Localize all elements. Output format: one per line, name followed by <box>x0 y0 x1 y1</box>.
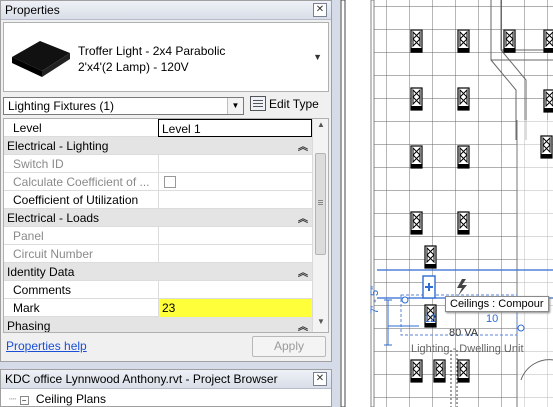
tree-connector: ┈ <box>9 392 17 406</box>
param-row-circuit-number[interactable]: Circuit Number <box>4 245 312 263</box>
hover-tooltip: Ceilings : Compour <box>445 296 549 312</box>
project-browser: KDC office Lynnwood Anthony.rvt - Projec… <box>0 369 332 407</box>
param-value-switch-id <box>158 155 312 173</box>
param-value-calc-coefficient <box>158 173 312 191</box>
param-value-mark[interactable]: 23 <box>158 299 312 317</box>
tag-number[interactable]: 12 <box>424 313 436 325</box>
param-value-level[interactable]: Level 1 <box>158 119 312 137</box>
instance-filter-dropdown[interactable]: Lighting Fixtures (1) ▼ <box>3 97 244 115</box>
properties-palette: Properties ✕ Troffer Light - 2x4 Parabol… <box>0 0 332 362</box>
group-identity-data[interactable]: Identity Data ︽ <box>4 263 312 281</box>
param-row-level[interactable]: Level Level 1 <box>4 119 312 137</box>
param-row-coefficient[interactable]: Coefficient of Utilization <box>4 191 312 209</box>
scroll-thumb[interactable] <box>315 153 326 255</box>
param-value-comments[interactable] <box>158 281 312 299</box>
group-label: Electrical - Loads <box>7 211 100 225</box>
param-row-comments[interactable]: Comments <box>4 281 312 299</box>
group-label: Electrical - Lighting <box>7 139 109 153</box>
param-row-panel[interactable]: Panel <box>4 227 312 245</box>
group-phasing[interactable]: Phasing ︽ <box>4 317 312 333</box>
room-label: Lighting - Dwelling Unit <box>411 343 524 355</box>
va-label: 80 VA <box>449 327 479 339</box>
expand-icon[interactable]: − <box>19 396 29 405</box>
type-dropdown-arrow-icon[interactable]: ▼ <box>313 52 322 62</box>
tag-text[interactable]: 10 <box>486 313 498 325</box>
group-electrical-lighting[interactable]: Electrical - Lighting ︽ <box>4 137 312 155</box>
group-electrical-loads[interactable]: Electrical - Loads ︽ <box>4 209 312 227</box>
collapse-icon[interactable]: ︽ <box>298 138 308 153</box>
drawing-area[interactable]: Ceilings : Compour 12 10 80 VA Lighting … <box>340 0 553 407</box>
family-name: Troffer Light - 2x4 Parabolic <box>78 44 226 58</box>
close-icon[interactable]: ✕ <box>313 372 327 386</box>
param-label: Calculate Coefficient of ... <box>13 175 150 189</box>
edit-type-label: Edit Type <box>269 97 319 111</box>
type-selector[interactable]: Troffer Light - 2x4 Parabolic 2'x4'(2 La… <box>3 22 329 92</box>
tree-item-label: Ceiling Plans <box>35 392 106 406</box>
collapse-icon[interactable]: ︽ <box>298 210 308 225</box>
param-value-circuit-number <box>158 245 312 263</box>
edit-type-icon <box>250 96 266 111</box>
instance-filter-value: Lighting Fixtures (1) <box>8 99 115 113</box>
param-label: Level <box>13 121 42 135</box>
checkbox[interactable] <box>164 176 176 188</box>
param-label: Panel <box>13 229 44 243</box>
type-name: 2'x4'(2 Lamp) - 120V <box>78 60 189 74</box>
param-row-switch-id[interactable]: Switch ID <box>4 155 312 173</box>
properties-help-link[interactable]: Properties help <box>6 339 87 353</box>
troffer-thumbnail-icon <box>12 41 70 77</box>
param-row-mark[interactable]: Mark 23 <box>4 299 312 317</box>
param-value-panel <box>158 227 312 245</box>
param-row-calc-coefficient[interactable]: Calculate Coefficient of ... <box>4 173 312 191</box>
tree-item-ceiling-plans[interactable]: ┈ − Ceiling Plans <box>9 392 106 406</box>
group-label: Identity Data <box>7 265 75 279</box>
close-icon[interactable]: ✕ <box>313 3 327 17</box>
group-label: Phasing <box>7 319 51 333</box>
tooltip-text: Ceilings : Compour <box>450 298 544 310</box>
param-label: Mark <box>13 301 40 315</box>
collapse-icon[interactable]: ︽ <box>298 318 308 332</box>
properties-titlebar[interactable]: Properties ✕ <box>1 1 331 20</box>
param-label: Switch ID <box>13 157 64 171</box>
param-value-coefficient[interactable] <box>158 191 312 209</box>
edit-type-button[interactable]: Edit Type <box>250 96 319 115</box>
param-label: Comments <box>13 283 72 297</box>
collapse-icon[interactable]: ︽ <box>298 264 308 279</box>
dimension-text[interactable]: 7' - 5" <box>369 286 381 314</box>
properties-grid: Level Level 1 Electrical - Lighting ︽ Sw… <box>3 118 329 333</box>
project-browser-titlebar[interactable]: KDC office Lynnwood Anthony.rvt - Projec… <box>1 370 331 389</box>
chevron-down-icon[interactable]: ▼ <box>227 98 243 114</box>
scroll-down-icon[interactable]: ▼ <box>313 317 328 331</box>
properties-scrollbar[interactable]: ▲ ▼ <box>312 119 328 332</box>
param-label: Circuit Number <box>13 247 94 261</box>
param-label: Coefficient of Utilization <box>13 193 139 207</box>
scroll-up-icon[interactable]: ▲ <box>313 120 328 134</box>
project-browser-title: KDC office Lynnwood Anthony.rvt - Projec… <box>5 372 278 386</box>
properties-title: Properties <box>5 3 60 17</box>
apply-button[interactable]: Apply <box>252 336 326 357</box>
